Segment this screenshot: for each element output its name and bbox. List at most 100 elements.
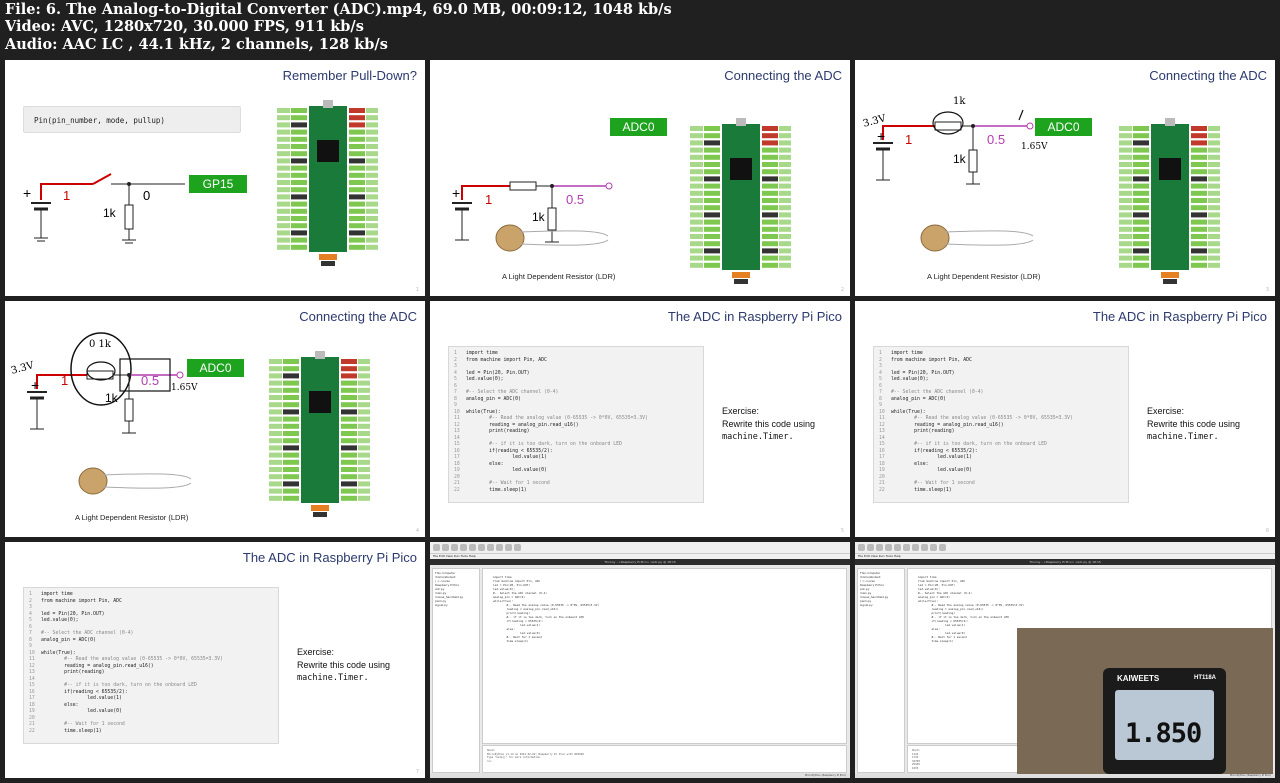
step-out-icon[interactable]: [921, 544, 928, 551]
code-text: #-- if it is too dark, turn on the onboa…: [41, 683, 197, 688]
code-editor[interactable]: import time from machine import Pin, ADC l…: [482, 568, 847, 744]
pin-label: ADC0: [187, 359, 244, 377]
code-text: led = Pin(20, Pin.OUT): [466, 370, 530, 376]
ldr-caption: A Light Dependent Resistor (LDR): [927, 272, 1041, 281]
exercise-heading: Exercise:: [1147, 406, 1185, 416]
window-title: Thonny - <Raspberry Pi Pico> :/adc.py @ …: [430, 559, 850, 565]
shell-line: >>>: [487, 759, 492, 763]
resistor-label: 1k: [532, 210, 545, 224]
resistor-label: 1k: [105, 391, 118, 405]
stop-icon[interactable]: [939, 544, 946, 551]
files-panel: This computer/home/student / :/: course Ra…: [432, 568, 480, 773]
toolbar: [855, 542, 1275, 554]
code-text: while(True):: [41, 650, 76, 656]
thumbnail-1[interactable]: Remember Pull-Down? Pin(pin_number, mode…: [5, 60, 425, 296]
pico-pinout-diagram: [275, 100, 379, 268]
open-icon[interactable]: [442, 544, 449, 551]
pico-board-icon: [277, 100, 378, 266]
code-text: else:: [891, 461, 929, 467]
slide-title: The ADC in Raspberry Pi Pico: [1092, 309, 1267, 324]
editor-line: time.sleep(1): [493, 639, 529, 643]
stop-icon[interactable]: [514, 544, 521, 551]
thumbnail-4[interactable]: Connecting the ADC 3.3V 0 1k 1.65V + 1 0…: [5, 301, 425, 537]
run-icon[interactable]: [460, 544, 467, 551]
code-text: led = Pin(20, Pin.OUT): [41, 611, 105, 617]
exercise-line: Rewrite this code using: [297, 660, 391, 670]
audio-info-line: Audio: AAC LC , 44.1 kHz, 2 channels, 12…: [5, 35, 388, 53]
code-text: print(reading): [41, 670, 105, 675]
code-text: led.value(1): [891, 455, 972, 460]
thumbnail-8-thonny[interactable]: MicroPython (Raspberry Pi Pico) Shell Micr…: [430, 542, 850, 778]
multimeter-reading: 1.850: [1125, 718, 1202, 749]
new-file-icon[interactable]: [858, 544, 865, 551]
code-listing: 1 import time 2 from machine import Pin, AD…: [448, 346, 704, 503]
status-bar: MicroPython (Raspberry Pi Pico): [430, 773, 850, 778]
code-text: if(reading < 65535/2):: [891, 448, 978, 454]
code-text: analog_pin = ADC(0): [891, 396, 946, 402]
code-text: from machine import Pin, ADC: [41, 598, 122, 604]
code-listing: 1 import time 2 from machine import Pin, AD…: [23, 587, 279, 744]
code-text: #-- Read the analog value (0-65535 -> 0*…: [41, 657, 223, 662]
page-number: 7: [415, 769, 419, 775]
code-text: #-- Read the analog value (0-65535 -> 0*…: [466, 416, 648, 421]
run-icon[interactable]: [885, 544, 892, 551]
thumbnail-5[interactable]: The ADC in Raspberry Pi Pico 1 import tim…: [430, 301, 850, 537]
code-text: print(reading): [891, 429, 955, 434]
code-text: led.value(0);: [466, 377, 504, 382]
open-icon[interactable]: [867, 544, 874, 551]
files-panel: This computer/home/student / :/: course Ra…: [857, 568, 905, 773]
handwritten-mid-voltage: 1.65V: [171, 383, 198, 393]
step-over-icon[interactable]: [478, 544, 485, 551]
resume-icon[interactable]: [505, 544, 512, 551]
pico-board-icon: [269, 351, 370, 517]
high-value: 1: [63, 188, 71, 203]
thumbnail-7[interactable]: The ADC in Raspberry Pi Pico 1 import tim…: [5, 542, 425, 778]
resume-icon[interactable]: [930, 544, 937, 551]
code-text: import time: [41, 592, 73, 597]
code-text: #-- Read the analog value (0-65535 -> 0*…: [891, 416, 1073, 421]
handwritten-note: 0 1k: [89, 339, 111, 350]
thumbnail-9-thonny[interactable]: MicroPython (Raspberry Pi Pico) Shell 1116…: [855, 542, 1275, 778]
code-text: reading = analog_pin.read_u16(): [466, 422, 579, 428]
slide-title: The ADC in Raspberry Pi Pico: [242, 550, 417, 565]
thumbnail-6[interactable]: The ADC in Raspberry Pi Pico 1 import tim…: [855, 301, 1275, 537]
code-text: if(reading < 65535/2):: [41, 689, 128, 695]
file-item[interactable]: signal.py: [435, 603, 477, 607]
thumbnail-2[interactable]: Connecting the ADC + 1 0.5 1k ADC0 A Lig…: [430, 60, 850, 296]
code-text: led.value(1): [466, 455, 547, 460]
mid-value: 0.5: [141, 373, 160, 388]
save-icon[interactable]: [451, 544, 458, 551]
code-listing: 1 import time 2 from machine import Pin, AD…: [873, 346, 1129, 503]
step-into-icon[interactable]: [487, 544, 494, 551]
pico-pinout-diagram: [267, 351, 371, 519]
code-text: led.value(0): [41, 709, 122, 714]
file-info-header: File: 6. The Analog-to-Digital Converter…: [5, 1, 1275, 53]
code-text: time.sleep(1): [466, 487, 527, 493]
code-text: led.value(0);: [891, 377, 929, 382]
save-icon[interactable]: [876, 544, 883, 551]
file-item[interactable]: signal.py: [860, 603, 902, 607]
new-file-icon[interactable]: [433, 544, 440, 551]
step-into-icon[interactable]: [912, 544, 919, 551]
plus-sign: +: [452, 185, 461, 201]
page-number: 3: [1265, 287, 1269, 293]
code-text: led = Pin(20, Pin.OUT): [891, 370, 955, 376]
high-value: 1: [905, 132, 913, 147]
step-out-icon[interactable]: [496, 544, 503, 551]
code-text: if(reading < 65535/2):: [466, 448, 553, 454]
step-over-icon[interactable]: [903, 544, 910, 551]
code-text: else:: [466, 461, 504, 467]
code-text: led.value(0): [466, 468, 547, 473]
debug-icon[interactable]: [894, 544, 901, 551]
pico-board-icon: [1119, 118, 1220, 284]
shell-panel[interactable]: Shell MicroPython v1.14 on 2021-02-02; Ra…: [482, 745, 847, 773]
resistor-label: 1k: [103, 206, 116, 220]
debug-icon[interactable]: [469, 544, 476, 551]
code-text: #-- Wait for 1 second: [41, 722, 125, 727]
code-text: else:: [41, 702, 79, 708]
page-number: 6: [1265, 528, 1269, 534]
thumbnail-3[interactable]: Connecting the ADC 3.3V 1k 1.65V + 1 0.5…: [855, 60, 1275, 296]
code-text: #-- if it is too dark, turn on the onboa…: [466, 442, 622, 447]
multimeter-model: HT118A: [1193, 675, 1216, 681]
multimeter-display: 1.850: [1115, 690, 1214, 760]
